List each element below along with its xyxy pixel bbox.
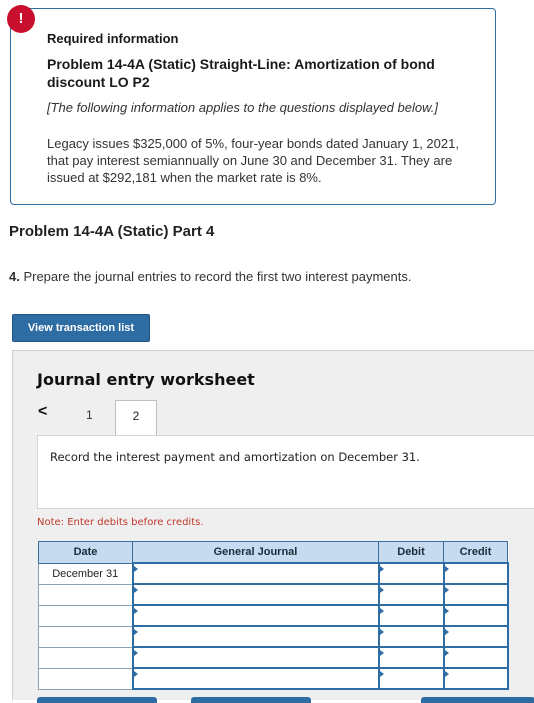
credit-input[interactable] [442, 646, 509, 669]
table-row [38, 646, 509, 669]
info-note: [The following information applies to th… [47, 100, 438, 115]
problem-title: Problem 14-4A (Static) Straight-Line: Am… [47, 56, 435, 90]
credit-input[interactable] [442, 625, 509, 648]
table-row [38, 625, 509, 648]
table-row: December 31 [38, 562, 509, 585]
account-input[interactable] [131, 604, 380, 627]
instruction-panel: Record the interest payment and amortiza… [37, 435, 534, 509]
debit-input[interactable] [377, 583, 445, 606]
worksheet-tab-1[interactable]: 1 [86, 408, 93, 422]
worksheet-tab-2[interactable]: 2 [115, 400, 157, 436]
debit-input[interactable] [377, 604, 445, 627]
worksheet-action-button[interactable] [37, 697, 157, 703]
worksheet-action-button[interactable] [421, 697, 534, 703]
debit-column-header: Debit [378, 541, 444, 564]
journal-entry-worksheet: Journal entry worksheet < 1 2 Record the… [12, 350, 534, 703]
part-title: Problem 14-4A (Static) Part 4 [9, 223, 215, 240]
table-row [38, 583, 509, 606]
table-row [38, 604, 509, 627]
credit-input[interactable] [442, 604, 509, 627]
question-prompt: Prepare the journal entries to record th… [19, 269, 412, 284]
date-cell: December 31 [38, 562, 133, 585]
worksheet-action-button[interactable] [191, 697, 311, 703]
date-cell [38, 667, 133, 690]
view-transaction-list-button[interactable]: View transaction list [12, 314, 150, 342]
problem-description: Legacy issues $325,000 of 5%, four-year … [47, 136, 459, 185]
worksheet-instruction: Record the interest payment and amortiza… [50, 450, 420, 464]
debits-before-credits-note: Note: Enter debits before credits. [37, 517, 204, 528]
table-row [38, 667, 509, 690]
debit-input[interactable] [377, 667, 445, 690]
credit-input[interactable] [442, 583, 509, 606]
journal-header-row: Date General Journal Debit Credit [38, 541, 508, 564]
date-cell [38, 604, 133, 627]
debit-input[interactable] [377, 646, 445, 669]
question-text: 4. Prepare the journal entries to record… [9, 269, 411, 284]
exclamation-icon: ! [7, 5, 35, 33]
account-input[interactable] [131, 562, 380, 585]
worksheet-title: Journal entry worksheet [37, 370, 255, 389]
debit-input[interactable] [377, 625, 445, 648]
required-information-box: ! Required information Problem 14-4A (St… [7, 5, 496, 205]
date-cell [38, 583, 133, 606]
journal-table: Date General Journal Debit Credit Decemb… [38, 541, 509, 690]
account-input[interactable] [131, 625, 380, 648]
date-column-header: Date [38, 541, 133, 564]
credit-input[interactable] [442, 562, 509, 585]
credit-input[interactable] [442, 667, 509, 690]
debit-input[interactable] [377, 562, 445, 585]
required-information-heading: Required information [47, 31, 179, 46]
credit-column-header: Credit [443, 541, 508, 564]
account-input[interactable] [131, 646, 380, 669]
question-number: 4. [9, 269, 20, 284]
chevron-left-icon[interactable]: < [38, 403, 47, 421]
account-input[interactable] [131, 583, 380, 606]
account-input[interactable] [131, 667, 380, 690]
general-journal-column-header: General Journal [132, 541, 379, 564]
date-cell [38, 625, 133, 648]
date-cell [38, 646, 133, 669]
